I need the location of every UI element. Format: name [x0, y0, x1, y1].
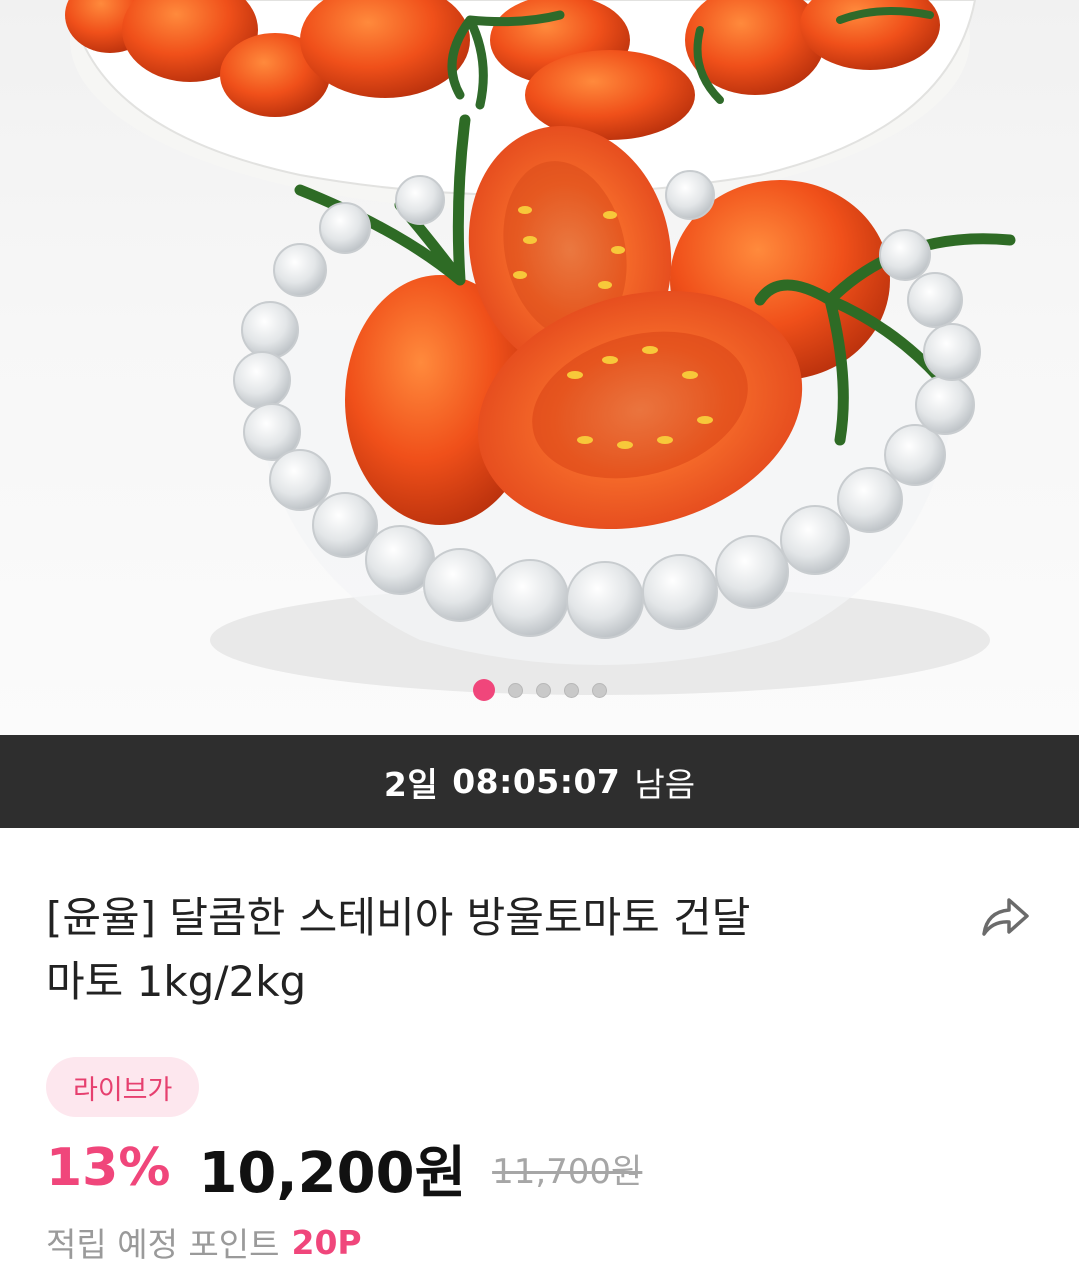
reward-points-value: 20P [291, 1222, 362, 1262]
product-title-line1: [윤율] 달콤한 스테비아 방울토마토 건달 [46, 893, 751, 942]
share-arrow-icon [982, 898, 1029, 936]
countdown-time: 08:05:07 [452, 762, 621, 801]
carousel-dot[interactable] [535, 682, 551, 698]
discount-rate: 13% [46, 1138, 171, 1198]
countdown-suffix: 남음 [634, 764, 696, 804]
product-photo [65, 0, 1016, 695]
carousel-indicator [0, 679, 1079, 701]
original-price: 11,700원 [492, 1151, 643, 1192]
carousel-dot[interactable] [472, 679, 495, 701]
live-price-badge: 라이브가 [46, 1057, 200, 1117]
product-image-carousel[interactable] [0, 0, 1079, 735]
share-button[interactable] [975, 890, 1035, 944]
product-page: 2일 08:05:07 남음 [윤율] 달콤한 스테비아 방울토마토 건달 마토… [0, 0, 1079, 1288]
sale-price: 10,200원 [198, 1140, 467, 1206]
product-title-line2: 마토 1kg/2kg [46, 957, 307, 1006]
product-title: [윤율] 달콤한 스테비아 방울토마토 건달 마토 1kg/2kg [46, 886, 886, 1014]
reward-points: 적립 예정 포인트 20P [46, 1218, 362, 1266]
countdown-days: 2일 [383, 764, 439, 804]
carousel-dot[interactable] [591, 682, 607, 698]
reward-points-label: 적립 예정 포인트 [46, 1225, 280, 1264]
countdown-bar: 2일 08:05:07 남음 [0, 735, 1079, 828]
carousel-dot[interactable] [563, 682, 579, 698]
price-row: 13% 10,200원 11,700원 [46, 1128, 642, 1208]
carousel-dot[interactable] [507, 682, 523, 698]
